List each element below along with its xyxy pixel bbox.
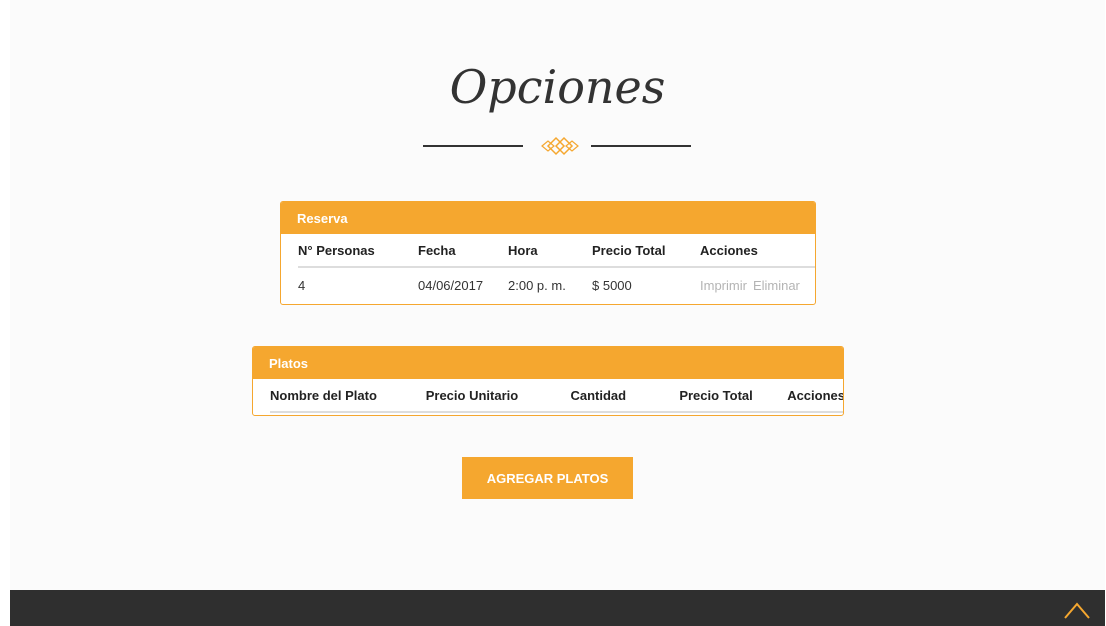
page-title: Opciones: [449, 60, 666, 114]
col-acciones: Acciones: [700, 234, 815, 268]
reserva-panel-header: Reserva: [281, 202, 815, 234]
cell-personas: 4: [298, 277, 306, 293]
platos-table: Nombre del Plato Precio Unitario Cantida…: [270, 379, 843, 413]
reserva-header-row: N° Personas Fecha Hora Precio Total Acci…: [298, 234, 815, 268]
reserva-table: N° Personas Fecha Hora Precio Total Acci…: [298, 234, 815, 302]
cell-acciones: Imprimir Eliminar: [700, 267, 815, 302]
col-precio-total: Precio Total: [592, 234, 700, 268]
col-nombre-plato: Nombre del Plato: [270, 379, 426, 413]
platos-panel: Platos Nombre del Plato Precio Unitario …: [252, 346, 844, 416]
cell-precio: $ 5000: [592, 277, 632, 293]
col-acciones: Acciones: [787, 379, 843, 413]
page: Opciones: [10, 0, 1105, 626]
col-precio-total: Precio Total: [679, 379, 788, 413]
platos-header-row: Nombre del Plato Precio Unitario Cantida…: [270, 379, 843, 413]
col-personas: N° Personas: [298, 234, 418, 268]
footer: [10, 590, 1105, 626]
title-divider: [423, 134, 693, 158]
diamond-ornament-icon: [541, 136, 579, 156]
agregar-platos-button[interactable]: AGREGAR PLATOS: [462, 457, 633, 499]
cell-hora: 2:00 p. m.: [508, 277, 566, 293]
col-precio-unitario: Precio Unitario: [425, 379, 571, 413]
cell-fecha: 04/06/2017: [418, 277, 484, 293]
col-cantidad: Cantidad: [570, 379, 680, 413]
platos-panel-header: Platos: [253, 347, 843, 379]
imprimir-link[interactable]: Imprimir: [700, 278, 747, 293]
chevron-up-icon[interactable]: [1063, 600, 1091, 620]
reserva-panel: Reserva N° Personas Fecha Hora Precio To…: [280, 201, 816, 305]
eliminar-link[interactable]: Eliminar: [753, 278, 800, 293]
col-hora: Hora: [508, 234, 592, 268]
table-row: 4 04/06/2017 2:00 p. m. $ 5000 Imprimir E…: [298, 267, 815, 302]
col-fecha: Fecha: [418, 234, 508, 268]
